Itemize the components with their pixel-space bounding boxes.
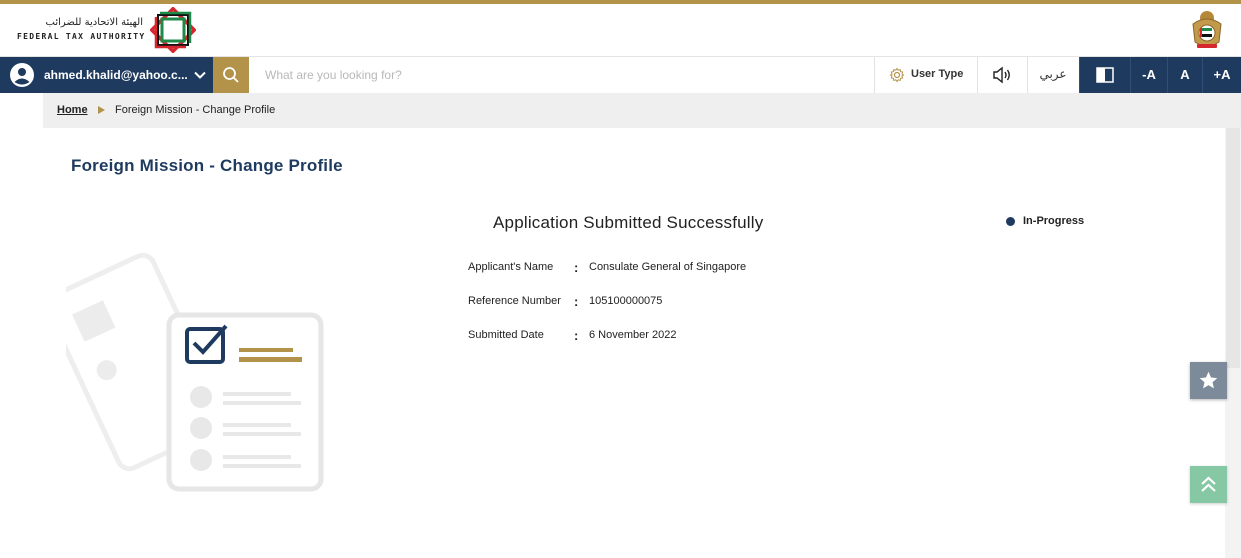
success-title: Application Submitted Successfully — [493, 213, 764, 232]
chevron-down-icon — [194, 71, 206, 79]
user-avatar-icon — [10, 63, 34, 87]
page: الهيئة الاتحادية للضرائب FEDERAL TAX AUT… — [0, 0, 1241, 558]
fta-logo-text[interactable]: الهيئة الاتحادية للضرائب FEDERAL TAX AUT… — [17, 16, 145, 41]
site-header: الهيئة الاتحادية للضرائب FEDERAL TAX AUT… — [0, 4, 1241, 57]
detail-label: Submitted Date — [468, 329, 544, 341]
font-decrease-button[interactable]: -A — [1130, 57, 1167, 93]
detail-colon: : — [574, 328, 579, 343]
gear-icon — [889, 67, 905, 83]
scrollbar-thumb[interactable] — [1226, 128, 1240, 368]
detail-colon: : — [574, 260, 579, 275]
font-increase-button[interactable]: +A — [1202, 57, 1241, 93]
speaker-icon — [993, 66, 1010, 84]
star-icon — [1199, 371, 1218, 389]
logo-arabic-text: الهيئة الاتحادية للضرائب — [45, 17, 143, 28]
page-title: Foreign Mission - Change Profile — [71, 156, 343, 175]
logo-english-text: FEDERAL TAX AUTHORITY — [17, 32, 146, 41]
breadcrumb-separator-icon — [98, 106, 105, 114]
contrast-icon — [1096, 67, 1114, 83]
favorite-button[interactable] — [1190, 362, 1227, 399]
search-button[interactable] — [213, 57, 249, 93]
status-label: In-Progress — [1023, 215, 1085, 227]
text-to-speech-button[interactable] — [977, 57, 1027, 93]
detail-label: Applicant's Name — [468, 261, 554, 273]
fta-logo-icon[interactable] — [150, 7, 196, 53]
search-input[interactable] — [249, 57, 874, 93]
uae-emblem-icon — [1192, 11, 1222, 48]
scroll-to-top-button[interactable] — [1190, 466, 1227, 503]
language-toggle[interactable]: عربي — [1027, 57, 1079, 93]
search-icon — [223, 67, 239, 83]
detail-label: Reference Number — [468, 295, 561, 307]
breadcrumb-home-link[interactable]: Home — [57, 104, 88, 116]
detail-value: Consulate General of Singapore — [589, 261, 747, 273]
contrast-toggle-button[interactable] — [1079, 57, 1130, 93]
detail-colon: : — [574, 294, 579, 309]
user-type-label: User Type — [911, 68, 964, 80]
font-reset-button[interactable]: A — [1167, 57, 1202, 93]
detail-value: 6 November 2022 — [589, 329, 677, 341]
application-submitted-illustration — [66, 252, 324, 492]
breadcrumb-current: Foreign Mission - Change Profile — [115, 104, 276, 116]
user-email: ahmed.khalid@yahoo.c... — [44, 68, 188, 82]
user-menu[interactable]: ahmed.khalid@yahoo.c... — [0, 57, 213, 93]
language-label: عربي — [1039, 67, 1067, 81]
breadcrumb: Home Foreign Mission - Change Profile — [43, 93, 1241, 128]
detail-value: 105100000075 — [589, 295, 663, 307]
double-chevron-up-icon — [1201, 476, 1216, 492]
status-dot-icon — [1006, 217, 1015, 226]
user-type-button[interactable]: User Type — [874, 57, 977, 93]
top-navbar: ahmed.khalid@yahoo.c... User Type — [0, 57, 1241, 93]
